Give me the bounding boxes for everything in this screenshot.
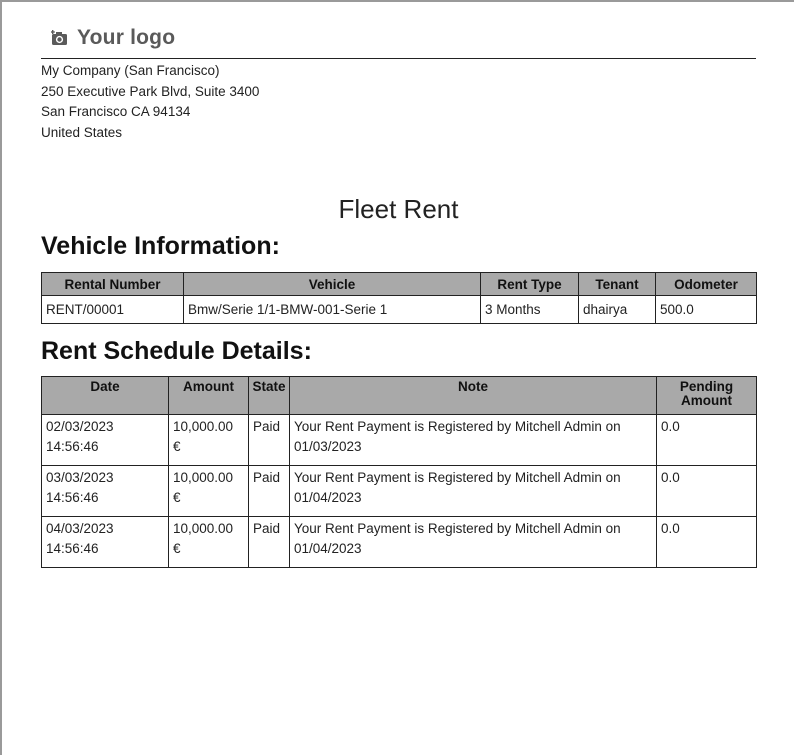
state-cell: Paid (248, 414, 290, 466)
table-row: RENT/00001 Bmw/Serie 1/1-BMW-001-Serie 1… (41, 295, 757, 324)
date-value: 03/03/2023 (46, 470, 114, 485)
table-header-row: Date Amount State Note Pending Amount (41, 376, 757, 415)
rent-schedule-heading: Rent Schedule Details: (41, 337, 312, 365)
column-header-rental-number: Rental Number (41, 272, 184, 296)
column-header-note: Note (289, 376, 657, 415)
rental-number-cell: RENT/00001 (41, 295, 184, 324)
time-value: 14:56:46 (46, 541, 99, 556)
company-street: 250 Executive Park Blvd, Suite 3400 (41, 83, 260, 99)
company-address: My Company (San Francisco) 250 Executive… (41, 61, 259, 143)
company-name: My Company (San Francisco) (41, 63, 220, 78)
table-header-row: Rental Number Vehicle Rent Type Tenant O… (41, 272, 757, 296)
pending-header-line2: Amount (681, 393, 732, 408)
vehicle-cell: Bmw/Serie 1/1-BMW-001-Serie 1 (183, 295, 481, 324)
amount-cell: 10,000.00 € (168, 414, 249, 466)
tenant-cell: dhairya (578, 295, 656, 324)
odometer-cell: 500.0 (655, 295, 757, 324)
date-value: 02/03/2023 (46, 419, 114, 434)
rent-type-cell: 3 Months (480, 295, 579, 324)
date-value: 04/03/2023 (46, 521, 114, 536)
company-country: United States (41, 124, 123, 140)
rent-schedule-table: Date Amount State Note Pending Amount 02… (41, 376, 757, 568)
page-border-left (0, 0, 2, 755)
amount-cell: 10,000.00 € (168, 465, 249, 517)
company-logo: Your logo (51, 26, 175, 50)
column-header-odometer: Odometer (655, 272, 757, 296)
page-border-top (0, 0, 794, 2)
date-cell: 03/03/2023 14:56:46 (41, 465, 169, 517)
column-header-tenant: Tenant (578, 272, 656, 296)
table-row: 04/03/2023 14:56:46 10,000.00 € Paid You… (41, 516, 757, 568)
column-header-date: Date (41, 376, 169, 415)
time-value: 14:56:46 (46, 490, 99, 505)
date-cell: 02/03/2023 14:56:46 (41, 414, 169, 466)
pending-amount-cell: 0.0 (656, 516, 757, 568)
vehicle-info-table: Rental Number Vehicle Rent Type Tenant O… (41, 272, 757, 324)
header-divider (41, 58, 756, 59)
amount-cell: 10,000.00 € (168, 516, 249, 568)
document-title: Fleet Rent (338, 194, 459, 224)
pending-header-line1: Pending (679, 379, 734, 394)
state-cell: Paid (248, 516, 290, 568)
column-header-pending-amount: Pending Amount (656, 376, 757, 415)
table-row: 03/03/2023 14:56:46 10,000.00 € Paid You… (41, 465, 757, 517)
pending-amount-cell: 0.0 (656, 414, 757, 466)
note-cell: Your Rent Payment is Registered by Mitch… (289, 414, 657, 466)
column-header-state: State (248, 376, 290, 415)
time-value: 14:56:46 (46, 439, 99, 454)
vehicle-info-heading: Vehicle Information: (41, 232, 280, 260)
note-cell: Your Rent Payment is Registered by Mitch… (289, 465, 657, 517)
table-row: 02/03/2023 14:56:46 10,000.00 € Paid You… (41, 414, 757, 466)
pending-amount-cell: 0.0 (656, 465, 757, 517)
company-city: San Francisco CA 94134 (41, 104, 191, 119)
column-header-rent-type: Rent Type (480, 272, 579, 296)
column-header-amount: Amount (168, 376, 249, 415)
column-header-vehicle: Vehicle (183, 272, 481, 296)
logo-text: Your logo (77, 26, 176, 49)
date-cell: 04/03/2023 14:56:46 (41, 516, 169, 568)
camera-plus-icon (51, 30, 67, 45)
note-cell: Your Rent Payment is Registered by Mitch… (289, 516, 657, 568)
state-cell: Paid (248, 465, 290, 517)
